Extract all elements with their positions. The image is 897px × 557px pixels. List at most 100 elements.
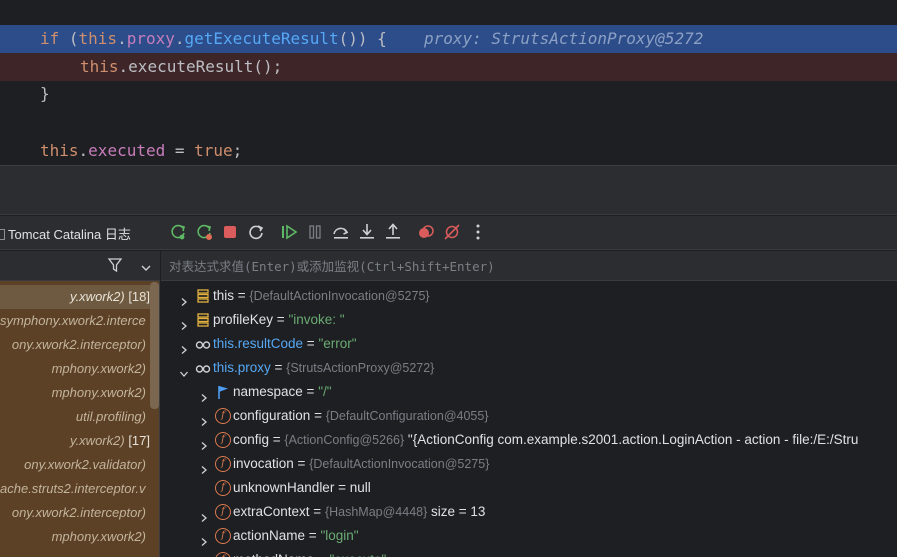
field-f-icon: f bbox=[215, 480, 231, 496]
frames-header bbox=[0, 251, 160, 281]
code-keyword-if: if bbox=[40, 29, 60, 48]
variable-name: methodName bbox=[233, 552, 314, 557]
code-punct: ()) { bbox=[338, 29, 387, 48]
variable-row[interactable]: f config = {ActionConfig@5266} "{ActionCo… bbox=[161, 428, 897, 452]
restart-icon[interactable] bbox=[245, 221, 267, 243]
chevron-down-icon[interactable] bbox=[179, 363, 189, 377]
variable-row[interactable]: f unknownHandler = null bbox=[161, 476, 897, 500]
stack-frame-row[interactable]: ony.xwork2.interceptor) bbox=[0, 501, 150, 525]
variable-row[interactable]: f configuration = {DefaultConfiguration@4… bbox=[161, 404, 897, 428]
stack-frame-row[interactable]: y.xwork2) [18] bbox=[0, 285, 150, 309]
code-punct: = bbox=[165, 141, 195, 160]
code-line-breakpoint[interactable]: this.executeResult(); bbox=[0, 53, 897, 81]
stack-frame-row[interactable]: ache.struts2.interceptor.v bbox=[0, 477, 150, 501]
variable-equals: = bbox=[269, 432, 285, 447]
filter-icon[interactable] bbox=[107, 257, 123, 273]
step-into-icon[interactable] bbox=[356, 221, 378, 243]
chevron-right-icon[interactable] bbox=[199, 459, 209, 474]
chevron-right-icon[interactable] bbox=[179, 291, 189, 306]
variable-value: "execute" bbox=[329, 552, 386, 557]
stack-frame-row[interactable]: symphony.xwork2.interce bbox=[0, 309, 150, 333]
variable-text: unknownHandler = null bbox=[233, 476, 371, 500]
variable-row[interactable]: f actionName = "login" bbox=[161, 524, 897, 548]
variable-text: namespace = "/" bbox=[233, 380, 332, 404]
code-editor[interactable]: if (this.proxy.getExecuteResult()) { pro… bbox=[0, 0, 897, 173]
field-stack-icon bbox=[195, 312, 211, 328]
pause-icon[interactable] bbox=[304, 221, 326, 243]
variable-value: "login" bbox=[320, 528, 359, 543]
variable-row[interactable]: namespace = "/" bbox=[161, 380, 897, 404]
tab-edge-icon bbox=[0, 229, 5, 240]
chevron-down-icon[interactable] bbox=[140, 259, 152, 271]
stack-frame-row[interactable]: ony.xwork2.interceptor) bbox=[0, 333, 150, 357]
chevron-right-icon[interactable] bbox=[199, 531, 209, 546]
stack-frame-text: ony.xwork2.interceptor) bbox=[12, 333, 146, 357]
stack-frame-row[interactable]: mphony.xwork2) bbox=[0, 525, 150, 549]
step-over-icon[interactable] bbox=[330, 221, 352, 243]
stack-frame-row[interactable]: y.xwork2) [17] bbox=[0, 429, 150, 453]
code-line[interactable]: } bbox=[0, 80, 897, 108]
code-field-executed: executed bbox=[88, 141, 166, 160]
variable-text: this.resultCode = "error" bbox=[213, 332, 357, 356]
frames-scrollbar-thumb[interactable] bbox=[150, 282, 159, 409]
stack-frame-label: ache.struts2.interceptor.v bbox=[0, 481, 146, 496]
variable-equals: = bbox=[305, 528, 321, 543]
code-line-blank[interactable] bbox=[0, 108, 897, 136]
variable-text: configuration = {DefaultConfiguration@40… bbox=[233, 404, 489, 428]
tab-tomcat-catalina-log[interactable]: Tomcat Catalina 日志 bbox=[0, 224, 131, 243]
chevron-right-icon[interactable] bbox=[199, 411, 209, 426]
stack-frame-text: ony.xwork2.validator) bbox=[24, 453, 146, 477]
stack-frame-row[interactable]: mphony.xwork2) bbox=[0, 357, 150, 381]
stack-frame-label: mphony.xwork2) bbox=[51, 529, 146, 544]
variable-row[interactable]: fmethodName = "execute" bbox=[161, 548, 897, 557]
more-icon[interactable] bbox=[467, 221, 489, 243]
variable-type: {ActionConfig@5266} bbox=[284, 433, 405, 447]
rerun-icon[interactable] bbox=[167, 221, 189, 243]
variable-row[interactable]: this.proxy = {StrutsActionProxy@5272} bbox=[161, 356, 897, 380]
field-f-icon: f bbox=[215, 552, 231, 557]
stack-frame-row[interactable]: mphony.xwork2) bbox=[0, 381, 150, 405]
variable-row[interactable]: f extraContext = {HashMap@4448} size = 13 bbox=[161, 500, 897, 524]
stack-frame-text: mphony.xwork2) bbox=[52, 357, 146, 381]
stack-frame-row[interactable]: util.profiling) bbox=[0, 405, 150, 429]
stop-icon[interactable] bbox=[219, 221, 241, 243]
code-line[interactable]: this.executed = true; bbox=[0, 137, 897, 165]
variable-name: actionName bbox=[233, 528, 306, 543]
variable-row[interactable]: f invocation = {DefaultActionInvocation@5… bbox=[161, 452, 897, 476]
code-punct: . bbox=[118, 57, 129, 76]
variable-equals: = bbox=[314, 552, 329, 557]
stack-frame-label: mphony.xwork2) bbox=[51, 361, 146, 376]
evaluate-expression-input[interactable] bbox=[161, 251, 897, 281]
variable-row[interactable]: this.resultCode = "error" bbox=[161, 332, 897, 356]
chevron-right-icon[interactable] bbox=[199, 387, 209, 402]
chevron-right-icon[interactable] bbox=[199, 435, 209, 450]
code-brace: } bbox=[40, 84, 50, 103]
resume-icon[interactable] bbox=[278, 221, 300, 243]
variable-name: this bbox=[213, 288, 235, 303]
variable-equals: = bbox=[303, 336, 319, 351]
chevron-right-icon[interactable] bbox=[199, 507, 209, 522]
field-stack-icon bbox=[195, 288, 211, 304]
variable-row[interactable]: profileKey = "invoke: " bbox=[161, 308, 897, 332]
step-out-icon[interactable] bbox=[382, 221, 404, 243]
variable-name: unknownHandler bbox=[233, 480, 335, 495]
rerun-failed-icon[interactable] bbox=[193, 221, 215, 243]
view-breakpoints-icon[interactable] bbox=[415, 221, 437, 243]
mute-breakpoints-icon[interactable] bbox=[441, 221, 463, 243]
stack-frame-text: mphony.xwork2) bbox=[52, 381, 146, 405]
inline-debug-value-hint[interactable]: proxy: StrutsActionProxy@5272 bbox=[424, 25, 703, 53]
editor-horizontal-scrollbar[interactable] bbox=[0, 165, 897, 173]
variable-equals: = bbox=[234, 288, 250, 303]
variable-name: this.resultCode bbox=[213, 336, 304, 351]
chevron-right-icon[interactable] bbox=[179, 315, 189, 330]
variable-value: size = 13 bbox=[427, 504, 486, 519]
code-line-current-execution[interactable]: if (this.proxy.getExecuteResult()) { pro… bbox=[0, 25, 897, 53]
variable-row[interactable]: this = {DefaultActionInvocation@5275} bbox=[161, 284, 897, 308]
stack-frame-label: symphony.xwork2.interce bbox=[0, 313, 146, 328]
stack-frame-row[interactable]: ony.xwork2.validator) bbox=[0, 453, 150, 477]
stack-frame-text: symphony.xwork2.interce bbox=[0, 309, 146, 333]
stack-frame-text: ony.xwork2.interceptor) bbox=[12, 501, 146, 525]
code-punct: . bbox=[117, 29, 127, 48]
stack-frame-label: ony.xwork2.interceptor) bbox=[11, 337, 146, 352]
chevron-right-icon[interactable] bbox=[179, 339, 189, 354]
